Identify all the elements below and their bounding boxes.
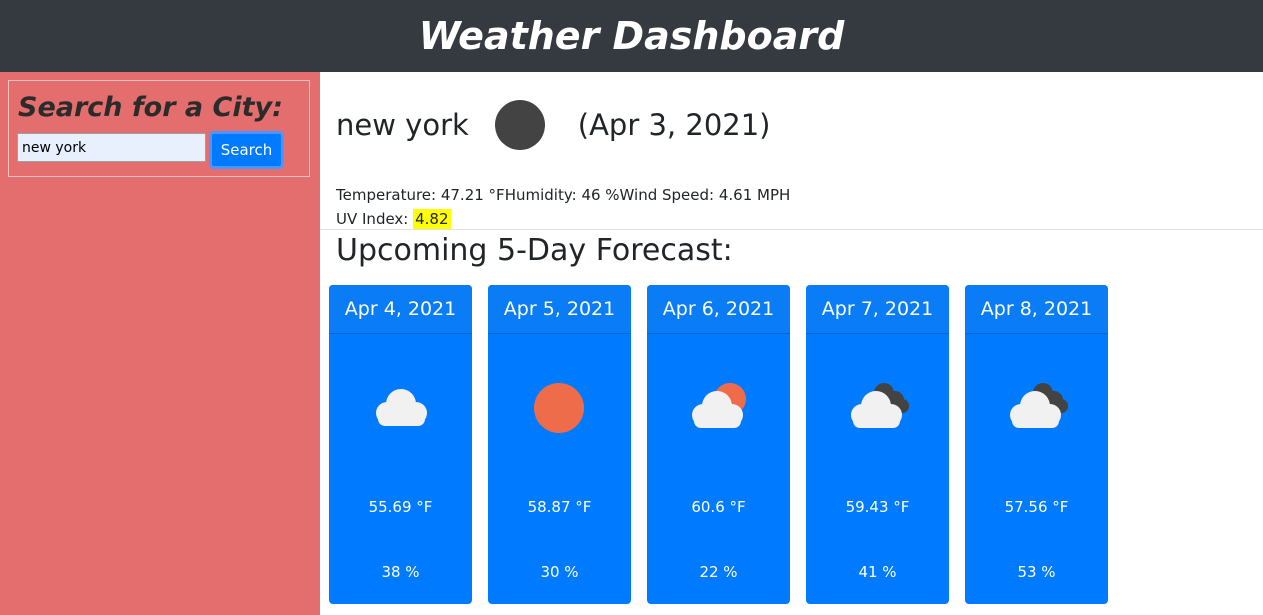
temperature-value: 47.21 °F: [440, 186, 505, 204]
forecast-card: Apr 7, 2021 59.43 °F 41 %: [806, 285, 949, 604]
partly-cloudy-icon: [692, 383, 746, 428]
forecast-cards: Apr 4, 2021 55.69 °F 38 % Apr 5, 2021 58…: [329, 285, 1108, 605]
search-panel: Search for a City: Search: [8, 80, 310, 177]
forecast-temp: 55.69 °F: [368, 498, 433, 516]
uv-badge: 4.82: [413, 209, 451, 229]
forecast-card: Apr 8, 2021 57.56 °F 53 %: [965, 285, 1108, 604]
broken-clouds-icon: [851, 383, 909, 428]
forecast-card: Apr 4, 2021 55.69 °F 38 %: [329, 285, 472, 604]
forecast-date: Apr 8, 2021: [965, 285, 1108, 334]
forecast-date: Apr 7, 2021: [806, 285, 949, 334]
forecast-temp: 59.43 °F: [845, 498, 910, 516]
main-content: new york (Apr 3, 2021) Temperature: 47.2…: [320, 72, 1263, 615]
forecast-card: Apr 5, 2021 58.87 °F 30 %: [488, 285, 631, 604]
temperature-label: Temperature:: [336, 186, 441, 204]
search-heading: Search for a City:: [18, 92, 283, 123]
forecast-temp: 57.56 °F: [1004, 498, 1069, 516]
dark-circle-icon: [494, 100, 545, 150]
city-name: new york: [336, 108, 469, 142]
stats-line: Temperature: 47.21 °FHumidity: 46 %Wind …: [336, 183, 790, 207]
current-stats: Temperature: 47.21 °FHumidity: 46 %Wind …: [336, 183, 790, 231]
forecast-humidity: 53 %: [1017, 563, 1056, 581]
forecast-humidity: 22 %: [699, 563, 738, 581]
wind-label: Wind Speed:: [619, 186, 719, 204]
sun-icon: [534, 383, 584, 433]
forecast-humidity: 41 %: [858, 563, 897, 581]
current-weather-header: new york (Apr 3, 2021): [336, 97, 771, 153]
current-date: (Apr 3, 2021): [577, 108, 771, 142]
humidity-label: Humidity:: [504, 186, 582, 204]
forecast-date: Apr 4, 2021: [329, 285, 472, 334]
forecast-heading: Upcoming 5-Day Forecast:: [336, 233, 733, 268]
humidity-value: 46 %: [581, 186, 620, 204]
uv-label: UV Index:: [336, 210, 414, 228]
forecast-temp: 60.6 °F: [691, 498, 746, 516]
city-search-input[interactable]: [17, 133, 206, 162]
cloud-icon: [376, 389, 427, 426]
page-title: Weather Dashboard: [418, 14, 845, 58]
app-header: Weather Dashboard: [0, 0, 1263, 72]
search-button[interactable]: Search: [209, 131, 284, 169]
forecast-date: Apr 6, 2021: [647, 285, 790, 334]
forecast-card: Apr 6, 2021 60.6 °F 22 %: [647, 285, 790, 604]
forecast-temp: 58.87 °F: [527, 498, 592, 516]
broken-clouds-icon: [1010, 383, 1068, 428]
forecast-humidity: 38 %: [381, 563, 420, 581]
uv-line: UV Index: 4.82: [336, 207, 790, 231]
wind-value: 4.61 MPH: [718, 186, 791, 204]
forecast-humidity: 30 %: [540, 563, 579, 581]
sidebar: Search for a City: Search: [0, 72, 320, 615]
forecast-date: Apr 5, 2021: [488, 285, 631, 334]
section-divider: [320, 229, 1263, 230]
